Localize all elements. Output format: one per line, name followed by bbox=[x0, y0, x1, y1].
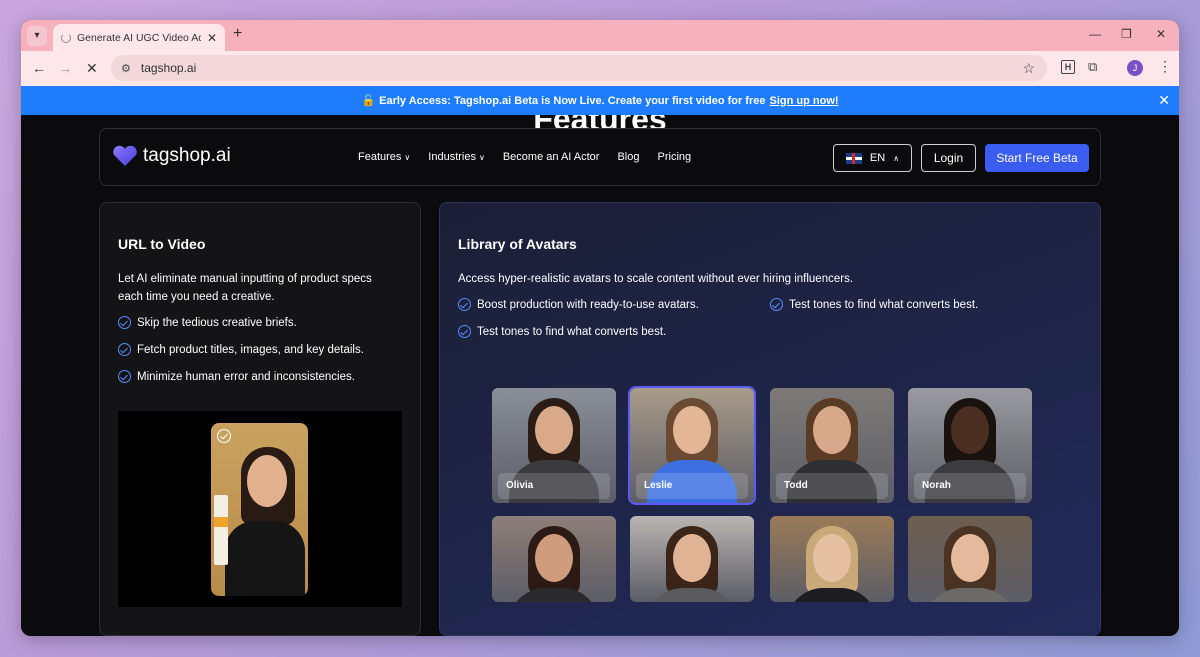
chevron-down-icon: ∨ bbox=[478, 153, 485, 162]
nav-blog[interactable]: Blog bbox=[617, 151, 639, 163]
check-circle-icon bbox=[217, 429, 231, 443]
check-circle-icon bbox=[118, 316, 131, 329]
forward-icon[interactable]: → bbox=[58, 60, 72, 76]
brand-logo[interactable]: tagshop.ai bbox=[112, 145, 231, 167]
bookmark-star-icon[interactable]: ☆ bbox=[1022, 60, 1035, 77]
check-circle-icon bbox=[458, 298, 471, 311]
language-selector[interactable]: EN ∧ bbox=[833, 144, 912, 172]
avatar-name: Todd bbox=[776, 473, 888, 499]
product-tube-icon bbox=[214, 495, 228, 565]
login-button[interactable]: Login bbox=[921, 144, 976, 172]
language-label: EN bbox=[869, 152, 886, 164]
avatar-name: Olivia bbox=[498, 473, 610, 499]
bullet-item: Fetch product titles, images, and key de… bbox=[118, 343, 364, 356]
tab-title: Generate AI UGC Video Ads in S bbox=[77, 31, 201, 44]
bullet-item: Boost production with ready-to-use avata… bbox=[458, 298, 699, 311]
banner-close-icon[interactable]: ✕ bbox=[1158, 92, 1170, 109]
tab-strip: ▾ Generate AI UGC Video Ads in S ✕ + — ❐… bbox=[21, 20, 1179, 51]
page-content: Features tagshop.ai Features ∨ Industries… bbox=[21, 115, 1179, 636]
extensions-puzzle-icon[interactable]: ⧉ bbox=[1088, 59, 1097, 75]
site-settings-icon[interactable]: ⚙ bbox=[121, 62, 131, 75]
avatar-name: Norah bbox=[914, 473, 1026, 499]
avatar-card[interactable] bbox=[492, 516, 616, 602]
minimize-icon[interactable]: — bbox=[1089, 27, 1101, 41]
brand-name: tagshop.ai bbox=[143, 145, 231, 166]
bullet-item: Minimize human error and inconsistencies… bbox=[118, 370, 355, 383]
heart-logo-icon bbox=[113, 145, 137, 166]
avatar-card[interactable] bbox=[770, 516, 894, 602]
new-tab-icon[interactable]: + bbox=[233, 25, 242, 43]
banner-text: Early Access: Tagshop.ai Beta is Now Liv… bbox=[379, 94, 766, 107]
extension-h-icon[interactable]: H bbox=[1061, 60, 1075, 74]
avatar-card[interactable]: Norah bbox=[908, 388, 1032, 503]
avatar-card[interactable]: Leslie bbox=[628, 386, 756, 505]
check-circle-icon bbox=[118, 343, 131, 356]
card-description: Let AI eliminate manual inputting of pro… bbox=[118, 273, 372, 303]
avatar-card[interactable]: Olivia bbox=[492, 388, 616, 503]
nav-pricing[interactable]: Pricing bbox=[658, 151, 692, 163]
back-icon[interactable]: ← bbox=[32, 60, 46, 76]
card-title: Library of Avatars bbox=[458, 236, 577, 252]
restore-icon[interactable]: ❐ bbox=[1121, 27, 1132, 41]
nav-features[interactable]: Features ∨ bbox=[358, 151, 410, 163]
bullet-item: Test tones to find what converts best. bbox=[458, 325, 666, 338]
check-circle-icon bbox=[770, 298, 783, 311]
video-thumbnail[interactable] bbox=[211, 423, 308, 596]
profile-avatar[interactable]: J bbox=[1127, 60, 1143, 76]
uk-flag-icon bbox=[845, 152, 862, 164]
browser-menu-icon[interactable]: ⋮ bbox=[1158, 58, 1172, 75]
url-text: tagshop.ai bbox=[140, 61, 197, 75]
nav-become-ai-actor[interactable]: Become an AI Actor bbox=[503, 151, 600, 163]
close-window-icon[interactable]: ✕ bbox=[1156, 27, 1166, 41]
close-tab-icon[interactable]: ✕ bbox=[207, 31, 217, 45]
video-preview bbox=[118, 411, 402, 607]
banner-signup-link[interactable]: Sign up now! bbox=[770, 95, 839, 107]
chevron-down-icon: ∨ bbox=[404, 153, 411, 162]
browser-window: ▾ Generate AI UGC Video Ads in S ✕ + — ❐… bbox=[21, 20, 1179, 636]
card-title: URL to Video bbox=[118, 236, 206, 252]
avatar-card[interactable] bbox=[630, 516, 754, 602]
announcement-banner: 🔓 Early Access: Tagshop.ai Beta is Now L… bbox=[21, 86, 1179, 115]
bullet-item: Skip the tedious creative briefs. bbox=[118, 316, 297, 329]
site-navbar: tagshop.ai Features ∨ Industries ∨ Become … bbox=[99, 128, 1101, 186]
card-description: Access hyper-realistic avatars to scale … bbox=[458, 273, 854, 285]
browser-toolbar: ← → ✕ ⚙ tagshop.ai ☆ H ⧉ J ⋮ bbox=[21, 51, 1179, 86]
loading-icon bbox=[61, 32, 71, 43]
url-to-video-card: URL to Video Let AI eliminate manual inp… bbox=[99, 202, 421, 636]
check-circle-icon bbox=[458, 325, 471, 338]
chevron-up-icon: ∧ bbox=[893, 153, 900, 163]
browser-tab-active[interactable]: Generate AI UGC Video Ads in S ✕ bbox=[53, 24, 225, 51]
stop-loading-icon[interactable]: ✕ bbox=[86, 60, 98, 77]
library-of-avatars-card: Library of Avatars Access hyper-realisti… bbox=[439, 202, 1101, 636]
avatar-card[interactable] bbox=[908, 516, 1032, 602]
avatar-card[interactable]: Todd bbox=[770, 388, 894, 503]
check-circle-icon bbox=[118, 370, 131, 383]
avatar-name: Leslie bbox=[636, 473, 748, 499]
tab-search-button[interactable]: ▾ bbox=[27, 26, 47, 46]
nav-links: Features ∨ Industries ∨ Become an AI Actor… bbox=[358, 151, 691, 163]
nav-industries[interactable]: Industries ∨ bbox=[428, 151, 485, 163]
address-bar[interactable]: ⚙ tagshop.ai ☆ bbox=[111, 55, 1047, 81]
unlock-icon: 🔓 bbox=[361, 95, 376, 107]
start-free-beta-button[interactable]: Start Free Beta bbox=[985, 144, 1089, 172]
bullet-item: Test tones to find what converts best. bbox=[770, 298, 978, 311]
